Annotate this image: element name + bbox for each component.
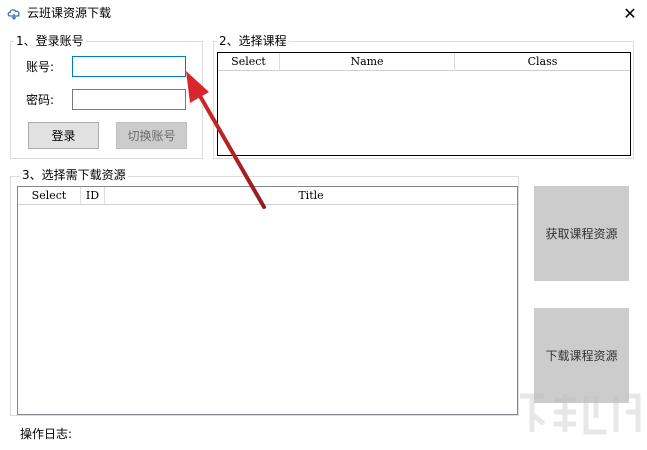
resource-col-title[interactable]: Title xyxy=(105,187,517,205)
resource-table-header: Select ID Title xyxy=(18,187,517,205)
password-label: 密码: xyxy=(26,93,55,107)
course-col-select[interactable]: Select xyxy=(218,53,280,71)
course-col-name[interactable]: Name xyxy=(280,53,455,71)
resource-group-title: 3、选择需下载资源 xyxy=(20,168,128,182)
window-title: 云班课资源下载 xyxy=(27,6,112,20)
account-label: 账号: xyxy=(26,60,55,74)
course-group-title: 2、选择课程 xyxy=(217,34,289,48)
resource-table[interactable]: Select ID Title xyxy=(17,186,518,415)
watermark-logo-icon xyxy=(520,393,641,435)
title-bar: 云班课资源下载 ✕ xyxy=(0,0,647,26)
close-button[interactable]: ✕ xyxy=(616,2,644,24)
login-button[interactable]: 登录 xyxy=(28,122,99,149)
resource-col-select[interactable]: Select xyxy=(18,187,81,205)
course-col-class[interactable]: Class xyxy=(455,53,630,71)
account-input[interactable] xyxy=(72,56,186,77)
close-icon: ✕ xyxy=(623,3,637,23)
cloud-icon xyxy=(7,9,20,20)
fetch-resources-button[interactable]: 获取课程资源 xyxy=(534,186,629,281)
course-table-header: Select Name Class xyxy=(218,53,630,71)
password-input[interactable] xyxy=(72,89,186,110)
resource-col-id[interactable]: ID xyxy=(81,187,105,205)
course-table[interactable]: Select Name Class xyxy=(217,52,631,156)
operation-log-label: 操作日志: xyxy=(20,427,73,441)
login-group-title: 1、登录账号 xyxy=(14,34,86,48)
switch-account-button[interactable]: 切换账号 xyxy=(116,122,187,149)
